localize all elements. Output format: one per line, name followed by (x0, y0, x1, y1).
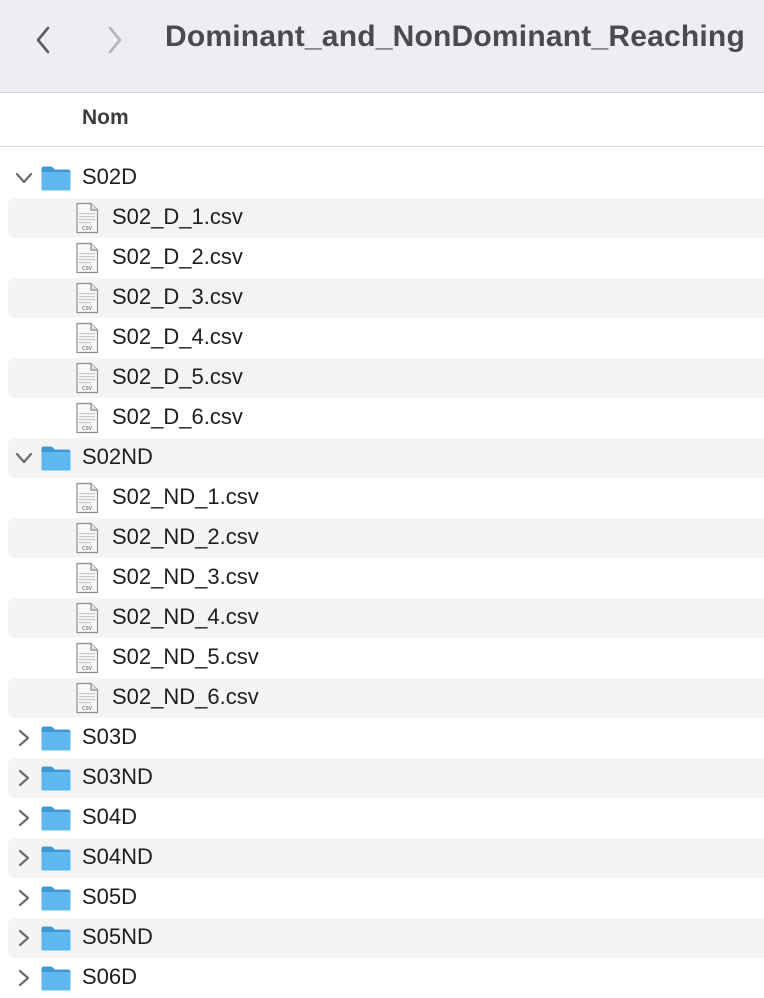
file-row[interactable]: CSV S02_ND_3.csv (8, 558, 764, 598)
folder-name: S03D (82, 724, 138, 749)
column-header: Nom (0, 93, 764, 147)
back-button[interactable] (28, 22, 58, 58)
csv-file-icon: CSV (74, 282, 100, 314)
folder-name: S04D (82, 804, 138, 829)
file-name: S02_ND_2.csv (112, 524, 259, 549)
chevron-right-icon[interactable] (14, 888, 34, 908)
folder-icon (40, 764, 72, 792)
folder-row[interactable]: S02ND (8, 438, 764, 478)
csv-file-icon: CSV (74, 242, 100, 274)
folder-row[interactable]: S04ND (8, 838, 764, 878)
csv-badge: CSV (82, 266, 93, 272)
folder-name: S05ND (82, 924, 153, 949)
finder-window: Dominant_and_NonDominant_Reaching Nom S0… (0, 0, 764, 998)
file-row[interactable]: CSV S02_D_5.csv (8, 358, 764, 398)
file-name: S02_ND_6.csv (112, 684, 259, 709)
file-name: S02_ND_3.csv (112, 564, 259, 589)
file-name: S02_D_3.csv (112, 284, 243, 309)
csv-file-icon: CSV (74, 522, 100, 554)
csv-file-icon: CSV (74, 362, 100, 394)
csv-badge: CSV (82, 626, 93, 632)
folder-icon (40, 724, 72, 752)
folder-row[interactable]: S04D (8, 798, 764, 838)
folder-name: S02ND (82, 444, 153, 469)
file-row[interactable]: CSV S02_ND_2.csv (8, 518, 764, 558)
folder-name: S04ND (82, 844, 153, 869)
file-row[interactable]: CSV S02_ND_1.csv (8, 478, 764, 518)
csv-file-icon: CSV (74, 642, 100, 674)
chevron-right-icon[interactable] (14, 848, 34, 868)
file-row[interactable]: CSV S02_D_2.csv (8, 238, 764, 278)
forward-button[interactable] (100, 22, 130, 58)
file-row[interactable]: CSV S02_ND_4.csv (8, 598, 764, 638)
chevron-down-icon[interactable] (14, 448, 34, 468)
csv-badge: CSV (82, 226, 93, 232)
chevron-right-icon (108, 26, 122, 54)
folder-name: S05D (82, 884, 138, 909)
file-name: S02_D_2.csv (112, 244, 243, 269)
chevron-left-icon (36, 26, 50, 54)
file-name: S02_ND_4.csv (112, 604, 259, 629)
folder-icon (40, 444, 72, 472)
csv-badge: CSV (82, 426, 93, 432)
folder-row[interactable]: S03ND (8, 758, 764, 798)
window-title: Dominant_and_NonDominant_Reaching (165, 20, 745, 53)
chevron-right-icon[interactable] (14, 928, 34, 948)
folder-icon (40, 844, 72, 872)
folder-row[interactable]: S02D (8, 158, 764, 198)
csv-file-icon: CSV (74, 562, 100, 594)
folder-name: S03ND (82, 764, 153, 789)
csv-file-icon: CSV (74, 202, 100, 234)
file-name: S02_D_4.csv (112, 324, 243, 349)
file-row[interactable]: CSV S02_ND_6.csv (8, 678, 764, 718)
csv-file-icon: CSV (74, 602, 100, 634)
csv-badge: CSV (82, 546, 93, 552)
chevron-right-icon[interactable] (14, 968, 34, 988)
toolbar: Dominant_and_NonDominant_Reaching (0, 0, 764, 93)
chevron-right-icon[interactable] (14, 808, 34, 828)
csv-badge: CSV (82, 506, 93, 512)
file-name: S02_D_6.csv (112, 404, 243, 429)
chevron-right-icon[interactable] (14, 768, 34, 788)
file-row[interactable]: CSV S02_D_4.csv (8, 318, 764, 358)
folder-icon (40, 964, 72, 992)
csv-file-icon: CSV (74, 682, 100, 714)
file-row[interactable]: CSV S02_ND_5.csv (8, 638, 764, 678)
folder-icon (40, 804, 72, 832)
folder-name: S02D (82, 164, 138, 189)
folder-row[interactable]: S05D (8, 878, 764, 918)
folder-row[interactable]: S05ND (8, 918, 764, 958)
csv-file-icon: CSV (74, 322, 100, 354)
folder-name: S06D (82, 964, 138, 989)
file-name: S02_D_1.csv (112, 204, 243, 229)
folder-row[interactable]: S03D (8, 718, 764, 758)
column-header-name[interactable]: Nom (82, 106, 129, 130)
csv-badge: CSV (82, 346, 93, 352)
file-row[interactable]: CSV S02_D_3.csv (8, 278, 764, 318)
file-name: S02_D_5.csv (112, 364, 243, 389)
file-list: S02D CSV S02_D_1.csv CSV S02_D_2.csv CSV S02_D… (0, 158, 764, 998)
csv-badge: CSV (82, 306, 93, 312)
folder-icon (40, 924, 72, 952)
csv-badge: CSV (82, 586, 93, 592)
csv-badge: CSV (82, 666, 93, 672)
file-row[interactable]: CSV S02_D_1.csv (8, 198, 764, 238)
folder-icon (40, 884, 72, 912)
csv-badge: CSV (82, 706, 93, 712)
folder-icon (40, 164, 72, 192)
file-name: S02_ND_1.csv (112, 484, 259, 509)
csv-file-icon: CSV (74, 482, 100, 514)
folder-row[interactable]: S06D (8, 958, 764, 998)
chevron-down-icon[interactable] (14, 168, 34, 188)
file-row[interactable]: CSV S02_D_6.csv (8, 398, 764, 438)
file-name: S02_ND_5.csv (112, 644, 259, 669)
chevron-right-icon[interactable] (14, 728, 34, 748)
csv-badge: CSV (82, 386, 93, 392)
csv-file-icon: CSV (74, 402, 100, 434)
